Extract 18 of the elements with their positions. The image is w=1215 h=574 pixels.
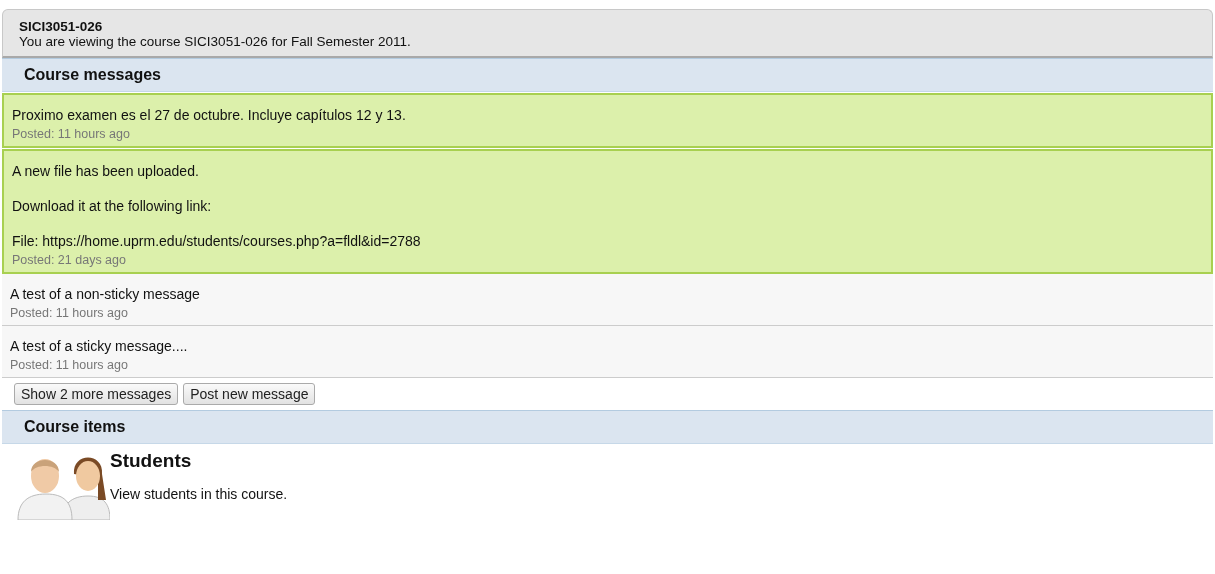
message-text: File: https://home.uprm.edu/students/courses.php?a=fldl&id=2788	[12, 233, 422, 250]
message-text: A new file has been uploaded.	[12, 163, 200, 180]
post-message-button[interactable]: Post new message	[183, 383, 316, 405]
section-header: Course messages	[2, 58, 1213, 92]
posted-time: Posted: 11 hours ago	[10, 305, 129, 321]
message-text: Download it at the following link:	[12, 198, 213, 215]
show-more-button[interactable]: Show 2 more messages	[14, 383, 179, 405]
posted-time: Posted: 11 hours ago	[12, 126, 131, 142]
course-code: SICI3051-026	[19, 19, 104, 34]
posted-time: Posted: 11 hours ago	[10, 357, 129, 373]
item-description: View students in this course.	[110, 486, 288, 502]
section-header: Course items	[2, 410, 1213, 444]
message-text: Proximo examen es el 27 de octubre. Incluye capítulos 12 y 13.	[12, 107, 407, 124]
item-title[interactable]: Students	[110, 450, 288, 472]
course-description: You are viewing the course SICI3051-026 for Fall Semester 2011.	[19, 34, 412, 49]
posted-time: Posted: 21 days ago	[12, 252, 127, 268]
message-text: A test of a sticky message....	[10, 338, 189, 355]
message-text: A test of a non-sticky message	[10, 286, 201, 303]
